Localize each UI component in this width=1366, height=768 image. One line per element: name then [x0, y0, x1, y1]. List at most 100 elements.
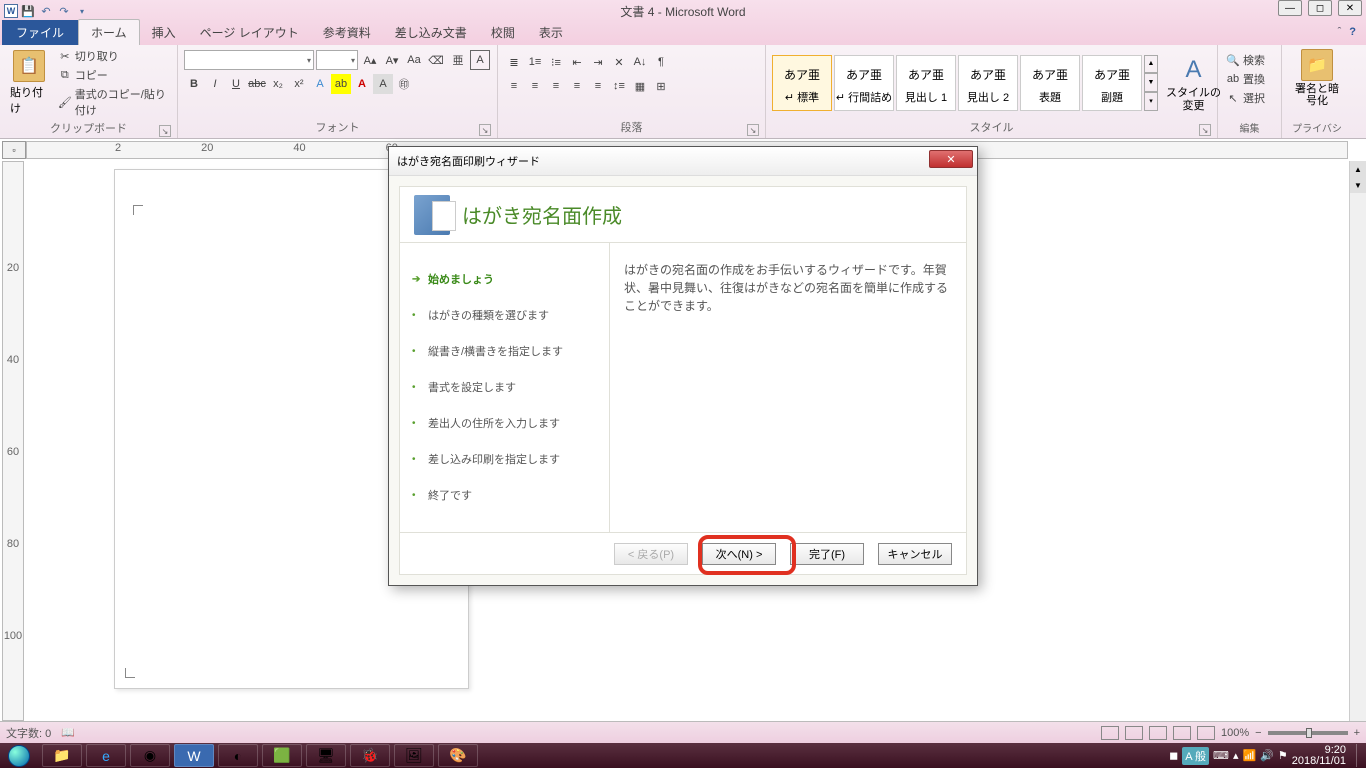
file-tab[interactable]: ファイル [2, 20, 78, 45]
taskbar-app1[interactable]: ◐ [218, 744, 258, 767]
decrease-indent-button[interactable]: ⇤ [567, 52, 587, 72]
close-button[interactable]: ✕ [1338, 0, 1362, 16]
tray-icon[interactable]: ◼ [1169, 749, 1178, 762]
show-desktop-button[interactable] [1356, 744, 1364, 767]
paragraph-launcher[interactable]: ↘ [747, 124, 759, 136]
tab-references[interactable]: 参考資料 [311, 20, 383, 45]
superscript-button[interactable]: x² [289, 74, 309, 94]
style-title[interactable]: あア亜表題 [1020, 55, 1080, 111]
tab-view[interactable]: 表示 [527, 20, 575, 45]
zoom-level[interactable]: 100% [1221, 727, 1249, 739]
character-shading-button[interactable]: A [373, 74, 393, 94]
increase-indent-button[interactable]: ⇥ [588, 52, 608, 72]
taskbar-app3[interactable]: 🖥 [306, 744, 346, 767]
borders-button[interactable]: ⊞ [651, 76, 671, 96]
tray-volume-icon[interactable]: 🔊 [1260, 749, 1274, 762]
draft-view[interactable] [1197, 726, 1215, 740]
minimize-button[interactable]: ― [1278, 0, 1302, 16]
tray-network-icon[interactable]: 📶 [1242, 749, 1256, 762]
tab-insert[interactable]: 挿入 [140, 20, 188, 45]
highlight-button[interactable]: ab [331, 74, 351, 94]
character-border-button[interactable]: A [470, 50, 490, 70]
wizard-next-button[interactable]: 次へ(N) > [702, 543, 776, 565]
save-icon[interactable]: 💾 [20, 3, 36, 19]
tray-caps-icon[interactable]: ⌨ [1213, 749, 1229, 762]
tray-flag-icon[interactable]: ⚑ [1278, 749, 1288, 762]
replace-button[interactable]: ab置換 [1224, 70, 1275, 88]
taskbar-app4[interactable]: 🐞 [350, 744, 390, 767]
wizard-step-finish[interactable]: 終了です [412, 477, 597, 513]
wizard-titlebar[interactable]: はがき宛名面印刷ウィザード ✕ [389, 147, 977, 175]
tray-expand-icon[interactable]: ▴ [1233, 749, 1239, 762]
font-size-combo[interactable] [316, 50, 358, 70]
line-spacing-button[interactable]: ↕≡ [609, 76, 629, 96]
shrink-font-button[interactable]: A▾ [382, 50, 402, 70]
help-icon[interactable]: ? [1349, 26, 1356, 38]
underline-button[interactable]: U [226, 74, 246, 94]
grow-font-button[interactable]: A▴ [360, 50, 380, 70]
word-count[interactable]: 文字数: 0 [6, 725, 51, 741]
select-button[interactable]: ↖選択 [1224, 89, 1275, 107]
vertical-scrollbar[interactable]: ▲ ▼ [1349, 161, 1366, 721]
enclose-characters-button[interactable]: ㊞ [394, 74, 414, 94]
app-icon[interactable]: W [4, 4, 18, 18]
numbering-button[interactable]: 1≡ [525, 52, 545, 72]
wizard-step-sender[interactable]: 差出人の住所を入力します [412, 405, 597, 441]
wizard-step-type[interactable]: はがきの種類を選びます [412, 297, 597, 333]
style-subtitle[interactable]: あア亜副題 [1082, 55, 1142, 111]
show-marks-button[interactable]: ¶ [651, 52, 671, 72]
outline-view[interactable] [1173, 726, 1191, 740]
wizard-close-button[interactable]: ✕ [929, 150, 973, 168]
taskbar-clock[interactable]: 9:20 2018/11/01 [1292, 745, 1352, 767]
italic-button[interactable]: I [205, 74, 225, 94]
taskbar-app2[interactable]: 🟩 [262, 744, 302, 767]
wizard-step-start[interactable]: 始めましょう [412, 261, 597, 297]
styles-launcher[interactable]: ↘ [1199, 124, 1211, 136]
web-layout-view[interactable] [1149, 726, 1167, 740]
tab-mailings[interactable]: 差し込み文書 [383, 20, 479, 45]
taskbar-ie[interactable]: e [86, 744, 126, 767]
style-heading2[interactable]: あア亜見出し 2 [958, 55, 1018, 111]
tab-review[interactable]: 校閲 [479, 20, 527, 45]
subscript-button[interactable]: x₂ [268, 74, 288, 94]
qat-customize-icon[interactable]: ▾ [74, 3, 90, 19]
style-scroll-down[interactable]: ▼ [1144, 73, 1158, 92]
wizard-step-mailmerge[interactable]: 差し込み印刷を指定します [412, 441, 597, 477]
fullscreen-reading-view[interactable] [1125, 726, 1143, 740]
taskbar-explorer[interactable]: 📁 [42, 744, 82, 767]
justify-button[interactable]: ≡ [567, 76, 587, 96]
style-scroll-up[interactable]: ▲ [1144, 55, 1158, 74]
wizard-step-orientation[interactable]: 縦書き/横書きを指定します [412, 333, 597, 369]
zoom-slider[interactable] [1268, 731, 1348, 735]
paste-button[interactable]: 📋 貼り付け [6, 48, 52, 118]
copy-button[interactable]: ⧉コピー [56, 66, 171, 84]
sort-button[interactable]: A↓ [630, 52, 650, 72]
multilevel-list-button[interactable]: ⁝≡ [546, 52, 566, 72]
ruler-corner[interactable]: ▫ [2, 141, 26, 159]
find-button[interactable]: 🔍検索 [1224, 51, 1275, 69]
align-center-button[interactable]: ≡ [525, 76, 545, 96]
wizard-cancel-button[interactable]: キャンセル [878, 543, 952, 565]
scroll-up-button[interactable]: ▲ [1350, 161, 1366, 177]
wizard-finish-button[interactable]: 完了(F) [790, 543, 864, 565]
taskbar-app5[interactable]: 🖼 [394, 744, 434, 767]
style-no-spacing[interactable]: あア亜↵ 行間詰め [834, 55, 894, 111]
zoom-out-button[interactable]: − [1255, 727, 1261, 739]
font-name-combo[interactable] [184, 50, 314, 70]
align-left-button[interactable]: ≡ [504, 76, 524, 96]
style-normal[interactable]: あア亜↵ 標準 [772, 55, 832, 111]
undo-icon[interactable]: ↶ [38, 3, 54, 19]
redo-icon[interactable]: ↷ [56, 3, 72, 19]
asian-layout-button[interactable]: ✕ [609, 52, 629, 72]
vertical-ruler[interactable]: 20406080100 [2, 161, 24, 721]
scroll-down-button[interactable]: ▼ [1350, 177, 1366, 193]
print-layout-view[interactable] [1101, 726, 1119, 740]
taskbar-chrome[interactable]: ◉ [130, 744, 170, 767]
distributed-button[interactable]: ≡ [588, 76, 608, 96]
tab-home[interactable]: ホーム [78, 19, 140, 45]
zoom-in-button[interactable]: + [1354, 727, 1360, 739]
clipboard-launcher[interactable]: ↘ [159, 125, 171, 137]
style-heading1[interactable]: あア亜見出し 1 [896, 55, 956, 111]
taskbar-word[interactable]: W [174, 744, 214, 767]
cut-button[interactable]: ✂切り取り [56, 47, 171, 65]
